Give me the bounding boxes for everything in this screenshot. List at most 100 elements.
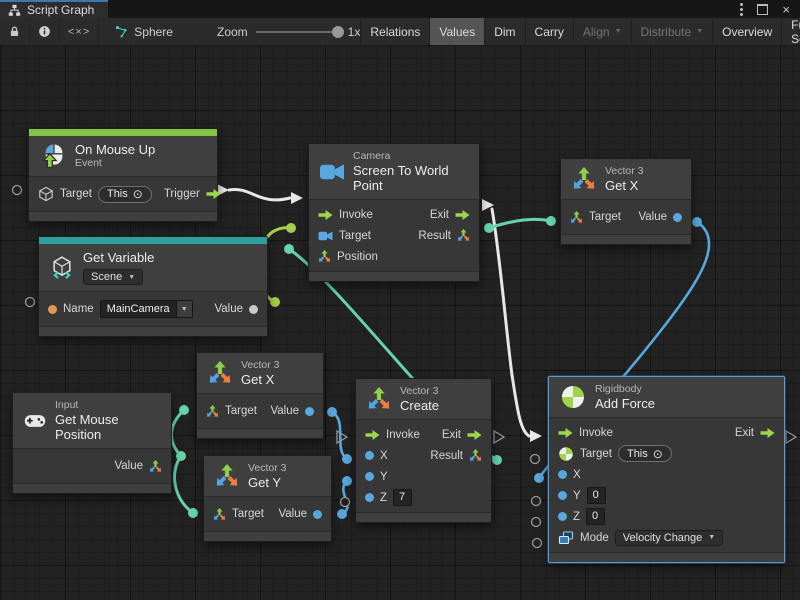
flow-arrow-icon[interactable]	[318, 210, 333, 220]
node-category: Vector 3	[248, 462, 287, 475]
float-port[interactable]	[365, 451, 374, 460]
vector3-icon	[572, 167, 596, 191]
float-port[interactable]	[558, 491, 567, 500]
node-get-x-mid[interactable]: Vector 3 Get X Target Value	[196, 352, 324, 439]
lock-button[interactable]	[0, 18, 30, 45]
node-footer	[197, 428, 323, 438]
overview-button[interactable]: Overview	[712, 18, 781, 45]
float-port[interactable]	[313, 510, 322, 519]
node-category: Input	[55, 399, 160, 412]
align-button[interactable]: Align▼	[573, 18, 631, 45]
target-this-button[interactable]: This ⊙	[98, 186, 152, 203]
zoom-slider-knob[interactable]	[332, 26, 344, 38]
port-label-target: Target	[339, 230, 371, 242]
maximize-icon[interactable]	[757, 4, 768, 15]
object-port[interactable]	[249, 305, 258, 314]
float-port[interactable]	[673, 213, 682, 222]
port-label-exit: Exit	[442, 429, 461, 441]
z-value-field[interactable]: 0	[586, 508, 605, 525]
chevron-down-icon: ▼	[181, 306, 188, 313]
port-label-position: Position	[337, 251, 378, 263]
camera-port-icon[interactable]	[318, 231, 333, 241]
vector3-port-icon[interactable]	[457, 229, 470, 242]
script-graph-tab-icon	[8, 4, 21, 17]
vector3-port-icon[interactable]	[149, 460, 162, 473]
enum-icon	[558, 530, 574, 546]
vector3-icon	[208, 361, 232, 385]
vector3-port-icon[interactable]	[469, 449, 482, 462]
node-footer	[13, 483, 171, 493]
node-on-mouse-up[interactable]: On Mouse Up Event Target This ⊙ Trigger	[28, 128, 218, 222]
graph-name: Sphere	[134, 25, 173, 39]
vector3-port-icon[interactable]	[206, 405, 219, 418]
y-value-field[interactable]: 0	[587, 487, 606, 504]
node-footer	[309, 271, 479, 281]
zoom-control: Zoom 1x	[217, 18, 360, 45]
values-button[interactable]: Values	[429, 18, 484, 45]
info-button[interactable]	[30, 18, 60, 45]
flow-arrow-icon[interactable]	[760, 428, 775, 438]
variable-name-dropdown[interactable]: MainCamera ▼	[100, 300, 193, 318]
flow-arrow-icon[interactable]	[206, 189, 221, 199]
node-subtitle: Event	[75, 157, 155, 170]
port-label-result: Result	[430, 450, 463, 462]
port-label-name: Name	[63, 303, 94, 315]
rigidbody-port-icon[interactable]	[558, 446, 574, 462]
flow-arrow-icon[interactable]	[455, 210, 470, 220]
node-vector3-create[interactable]: Vector 3 Create Invoke Exit X Result Y Z…	[355, 378, 492, 523]
float-port[interactable]	[365, 493, 374, 502]
float-port[interactable]	[558, 512, 567, 521]
zoom-slider[interactable]	[256, 31, 340, 33]
graph-name-segment[interactable]: Sphere	[105, 18, 183, 45]
port-label-value: Value	[278, 508, 307, 520]
fullscreen-button[interactable]: Full Screen	[781, 18, 800, 45]
node-category: Rigidbody	[595, 383, 655, 396]
relations-button[interactable]: Relations	[360, 18, 429, 45]
mouse-up-icon	[40, 143, 66, 169]
port-label-mode: Mode	[580, 532, 609, 544]
node-title: Get X	[605, 178, 644, 193]
node-screen-to-world-point[interactable]: Camera Screen To World Point Invoke Exit…	[308, 143, 480, 282]
node-category: Vector 3	[605, 165, 644, 178]
node-get-mouse-position[interactable]: Input Get Mouse Position Value	[12, 392, 172, 494]
port-label-z: Z	[573, 511, 580, 523]
distribute-button[interactable]: Distribute▼	[631, 18, 713, 45]
chevron-down-icon: ▼	[615, 28, 622, 35]
port-label-invoke: Invoke	[386, 429, 420, 441]
flow-arrow-icon[interactable]	[365, 430, 380, 440]
port-label-value: Value	[270, 405, 299, 417]
vector3-port-icon[interactable]	[570, 211, 583, 224]
rigidbody-icon	[560, 384, 586, 410]
float-port[interactable]	[365, 472, 374, 481]
vector3-port-icon[interactable]	[213, 508, 226, 521]
port-label-x: X	[573, 469, 581, 481]
node-title: Get Y	[248, 475, 287, 490]
node-get-y[interactable]: Vector 3 Get Y Target Value	[203, 455, 332, 542]
vector3-icon	[215, 464, 239, 488]
tab-script-graph[interactable]: Script Graph	[0, 0, 108, 18]
chevron-down-icon: ▼	[696, 28, 703, 35]
node-get-x-right[interactable]: Vector 3 Get X Target Value	[560, 158, 692, 245]
title-bar: Script Graph ×	[0, 0, 800, 18]
target-this-button[interactable]: This ⊙	[618, 445, 672, 462]
variable-scope-dropdown[interactable]: Scene ▼	[83, 269, 143, 285]
breadcrumb[interactable]: <×>	[60, 18, 99, 45]
carry-button[interactable]: Carry	[525, 18, 573, 45]
vector3-port-icon[interactable]	[318, 250, 331, 263]
flow-arrow-icon[interactable]	[467, 430, 482, 440]
node-get-variable[interactable]: Get Variable Scene ▼ Name MainCamera ▼ V…	[38, 236, 268, 337]
node-title: Create	[400, 398, 439, 413]
node-add-force[interactable]: Rigidbody Add Force Invoke Exit Target T…	[548, 376, 785, 563]
z-value-field[interactable]: 7	[393, 489, 412, 506]
float-port[interactable]	[558, 470, 567, 479]
mode-dropdown[interactable]: Velocity Change ▼	[615, 530, 723, 546]
info-icon	[38, 25, 51, 38]
string-port[interactable]	[48, 305, 57, 314]
dim-button[interactable]: Dim	[484, 18, 524, 45]
port-label-invoke: Invoke	[339, 209, 373, 221]
flow-arrow-icon[interactable]	[558, 428, 573, 438]
float-port[interactable]	[305, 407, 314, 416]
menu-kebab-icon[interactable]	[740, 8, 743, 11]
port-label-target: Target	[580, 448, 612, 460]
close-icon[interactable]: ×	[782, 3, 790, 16]
